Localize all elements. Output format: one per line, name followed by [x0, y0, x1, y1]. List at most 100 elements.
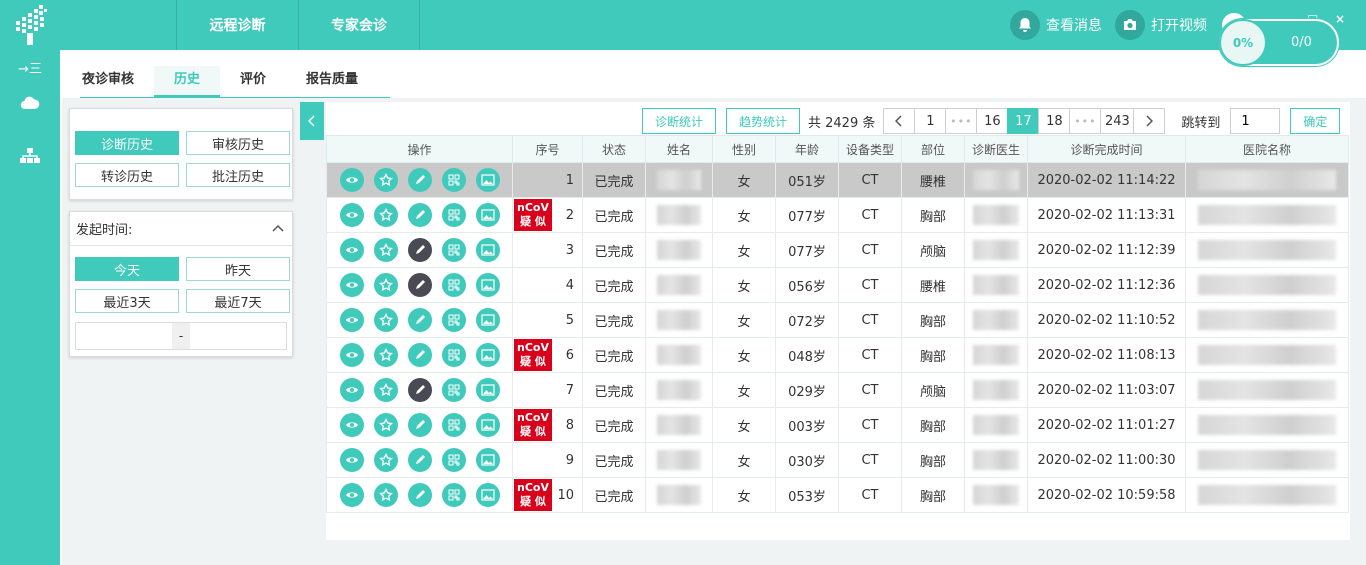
star-icon[interactable]	[373, 168, 398, 192]
tab-report-quality[interactable]: 报告质量	[286, 66, 378, 97]
tab-history[interactable]: 历史	[154, 66, 221, 97]
annotation-history-button[interactable]: 批注历史	[186, 163, 290, 187]
qrcode-icon[interactable]	[441, 448, 466, 472]
chevron-up-icon[interactable]	[272, 221, 284, 236]
table-row[interactable]: nCoV 疑 似 8 已完成 女 003岁 CT 胸部 2020-02-02 11…	[326, 407, 1349, 443]
star-icon[interactable]	[373, 448, 398, 472]
image-icon[interactable]	[475, 448, 500, 472]
nav-expert-consult[interactable]: 专家会诊	[298, 0, 420, 50]
table-row[interactable]: 7 已完成 女 029岁 CT 颅脑 2020-02-02 11:03:07	[326, 372, 1349, 408]
view-icon[interactable]	[339, 448, 364, 472]
collapse-panel-button[interactable]	[300, 102, 324, 140]
tab-night-review[interactable]: 夜诊审核	[80, 66, 154, 97]
star-icon[interactable]	[373, 308, 398, 332]
col-sex[interactable]: 性别	[712, 135, 776, 163]
table-row[interactable]: 9 已完成 女 030岁 CT 胸部 2020-02-02 11:00:30	[326, 442, 1349, 478]
yesterday-button[interactable]: 昨天	[186, 257, 290, 281]
referral-history-button[interactable]: 转诊历史	[75, 163, 179, 187]
star-icon[interactable]	[373, 378, 398, 402]
qrcode-icon[interactable]	[441, 343, 466, 367]
image-icon[interactable]	[475, 308, 500, 332]
diagnosis-history-button[interactable]: 诊断历史	[75, 131, 179, 155]
col-name[interactable]: 姓名	[645, 135, 713, 163]
edit-icon[interactable]	[407, 378, 432, 402]
table-row[interactable]: nCoV 疑 似 10 已完成 女 053岁 CT 胸部 2020-02-02 1…	[326, 477, 1349, 513]
confirm-jump-button[interactable]: 确定	[1290, 108, 1341, 134]
last-3-days-button[interactable]: 最近3天	[75, 289, 179, 313]
qrcode-icon[interactable]	[441, 203, 466, 227]
qrcode-icon[interactable]	[441, 483, 466, 507]
col-age[interactable]: 年龄	[775, 135, 839, 163]
star-icon[interactable]	[373, 343, 398, 367]
view-messages-button[interactable]: 查看消息	[1010, 0, 1102, 50]
page-button[interactable]: 1	[914, 108, 947, 134]
page-button[interactable]: 18	[1038, 108, 1071, 134]
image-icon[interactable]	[475, 378, 500, 402]
qrcode-icon[interactable]	[441, 378, 466, 402]
page-ellipsis[interactable]: •••	[945, 108, 978, 134]
diagnosis-stats-button[interactable]: 诊断统计	[642, 108, 716, 134]
col-seq[interactable]: 序号	[512, 135, 583, 163]
table-row[interactable]: nCoV 疑 似 2 已完成 女 077岁 CT 胸部 2020-02-02 11…	[326, 197, 1349, 233]
table-row[interactable]: 4 已完成 女 056岁 CT 腰椎 2020-02-02 11:12:36	[326, 267, 1349, 303]
qrcode-icon[interactable]	[441, 238, 466, 262]
page-ellipsis[interactable]: •••	[1069, 108, 1102, 134]
cloud-icon[interactable]	[0, 96, 60, 110]
table-row[interactable]: nCoV 疑 似 6 已完成 女 048岁 CT 胸部 2020-02-02 11…	[326, 337, 1349, 373]
jump-page-input[interactable]	[1230, 108, 1281, 134]
col-doctor[interactable]: 诊断医生	[964, 135, 1028, 163]
page-button-current[interactable]: 17	[1007, 108, 1040, 134]
col-status[interactable]: 状态	[582, 135, 646, 163]
table-row[interactable]: 3 已完成 女 077岁 CT 颅脑 2020-02-02 11:12:39	[326, 232, 1349, 268]
qrcode-icon[interactable]	[441, 168, 466, 192]
last-7-days-button[interactable]: 最近7天	[186, 289, 290, 313]
image-icon[interactable]	[475, 413, 500, 437]
image-icon[interactable]	[475, 273, 500, 297]
image-icon[interactable]	[475, 483, 500, 507]
qrcode-icon[interactable]	[441, 308, 466, 332]
col-actions[interactable]: 操作	[326, 135, 513, 163]
open-video-button[interactable]: 打开视频	[1115, 0, 1207, 50]
image-icon[interactable]	[475, 203, 500, 227]
next-page-button[interactable]	[1133, 108, 1166, 134]
view-icon[interactable]	[339, 238, 364, 262]
page-button[interactable]: 16	[976, 108, 1009, 134]
table-row[interactable]: 5 已完成 女 072岁 CT 胸部 2020-02-02 11:10:52	[326, 302, 1349, 338]
review-history-button[interactable]: 审核历史	[186, 131, 290, 155]
today-button[interactable]: 今天	[75, 257, 179, 281]
image-icon[interactable]	[475, 343, 500, 367]
menu-toggle-icon[interactable]: →三	[0, 58, 60, 77]
edit-icon[interactable]	[407, 273, 432, 297]
col-device[interactable]: 设备类型	[838, 135, 902, 163]
view-icon[interactable]	[339, 308, 364, 332]
view-icon[interactable]	[339, 413, 364, 437]
star-icon[interactable]	[373, 483, 398, 507]
view-icon[interactable]	[339, 483, 364, 507]
progress-widget[interactable]: 0% 0/0	[1219, 19, 1339, 66]
close-button[interactable]: ×	[1335, 12, 1345, 26]
star-icon[interactable]	[373, 273, 398, 297]
view-icon[interactable]	[339, 273, 364, 297]
view-icon[interactable]	[339, 378, 364, 402]
edit-icon[interactable]	[407, 203, 432, 227]
time-filter-header[interactable]: 发起时间:	[70, 212, 292, 246]
edit-icon[interactable]	[407, 483, 432, 507]
edit-icon[interactable]	[407, 343, 432, 367]
col-finish-time[interactable]: 诊断完成时间	[1027, 135, 1186, 163]
nav-remote-diagnosis[interactable]: 远程诊断	[176, 0, 298, 50]
trend-stats-button[interactable]: 趋势统计	[726, 108, 800, 134]
edit-icon[interactable]	[407, 238, 432, 262]
view-icon[interactable]	[339, 203, 364, 227]
qrcode-icon[interactable]	[441, 413, 466, 437]
edit-icon[interactable]	[407, 413, 432, 437]
view-icon[interactable]	[339, 168, 364, 192]
edit-icon[interactable]	[407, 168, 432, 192]
date-start-input[interactable]	[76, 323, 172, 349]
hierarchy-icon[interactable]	[0, 148, 60, 164]
table-row[interactable]: 1 已完成 女 051岁 CT 腰椎 2020-02-02 11:14:22	[326, 162, 1349, 198]
star-icon[interactable]	[373, 203, 398, 227]
image-icon[interactable]	[475, 238, 500, 262]
page-button[interactable]: 243	[1100, 108, 1135, 134]
edit-icon[interactable]	[407, 448, 432, 472]
prev-page-button[interactable]	[883, 108, 916, 134]
